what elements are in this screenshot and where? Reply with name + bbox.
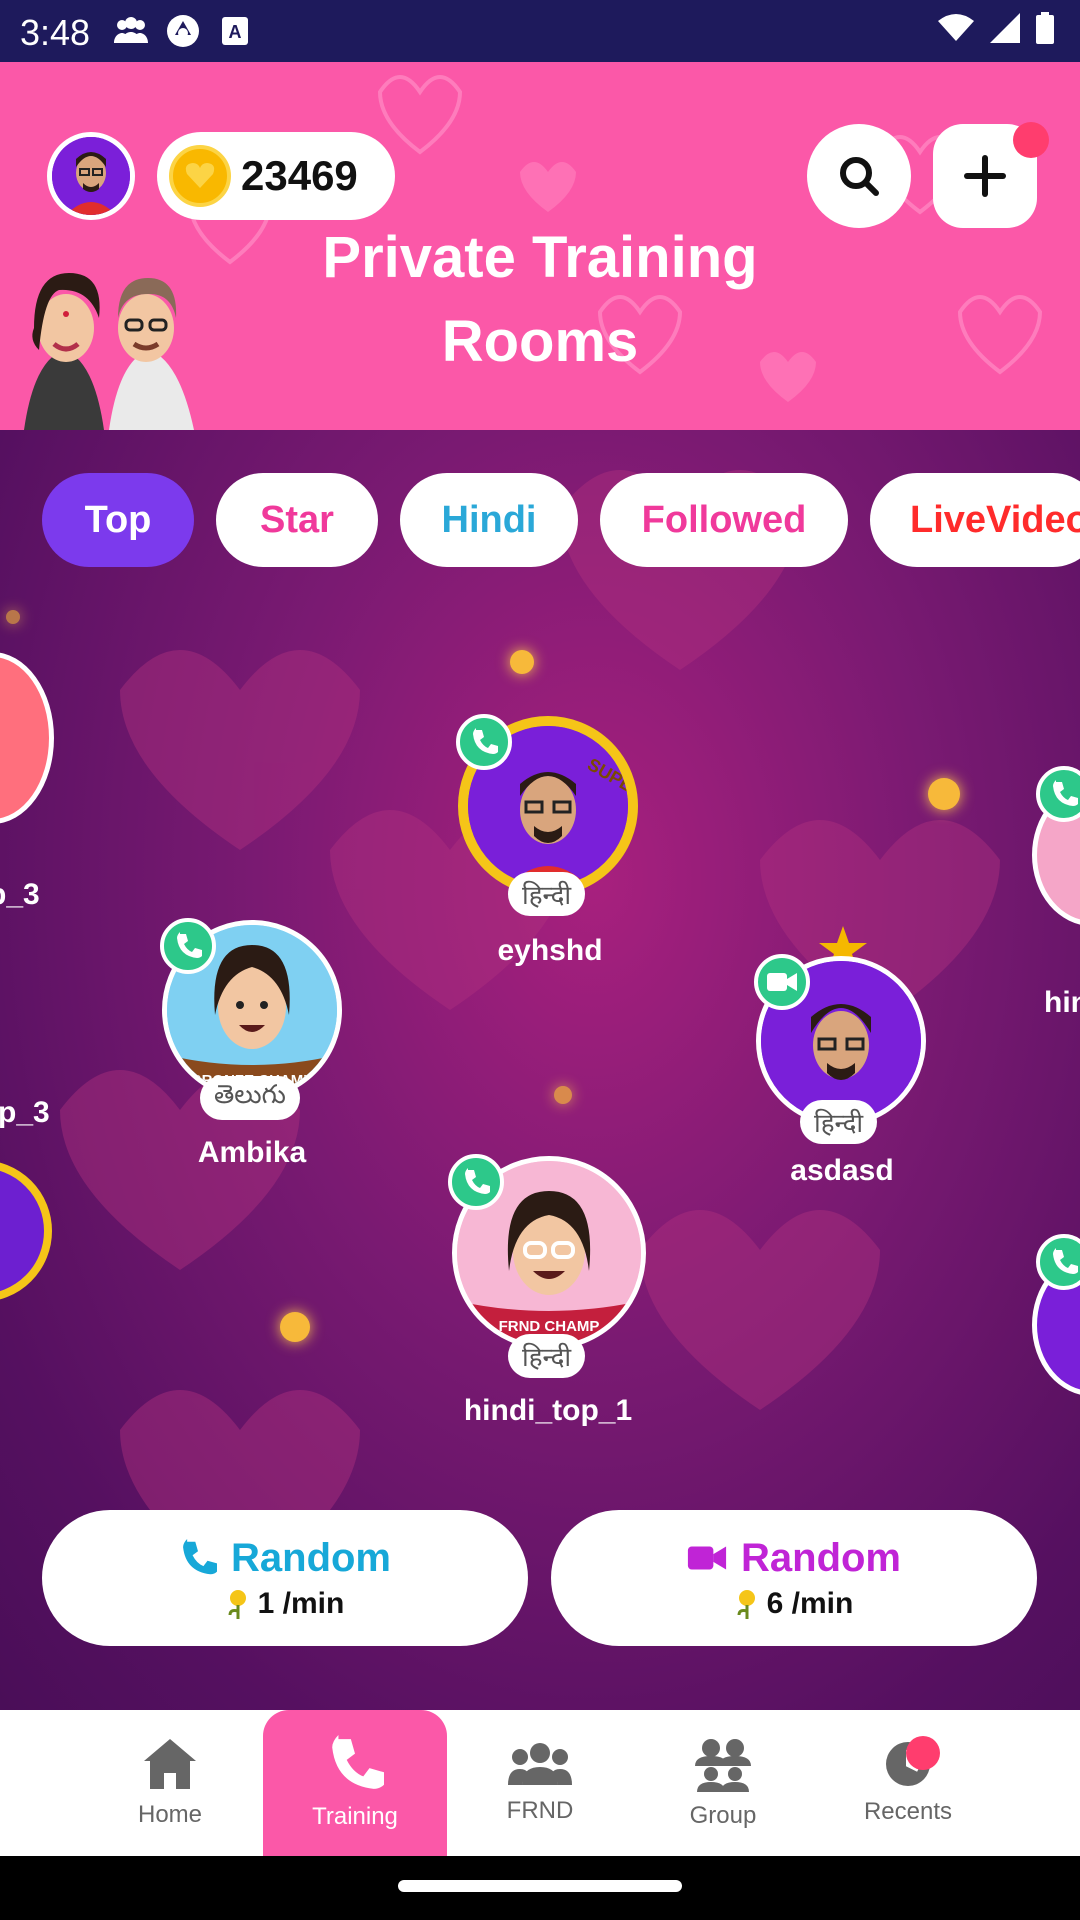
user-card-partial-left[interactable]: p_3 <box>0 652 80 1129</box>
app-logo-icon <box>164 14 202 48</box>
home-icon <box>144 1739 196 1789</box>
user-name: Ambika <box>197 1136 307 1169</box>
random-video-call-button[interactable]: Random 6 /min <box>551 1510 1037 1646</box>
voice-call-badge <box>160 918 216 974</box>
chip-hindi[interactable]: Hindi <box>400 473 578 567</box>
nav-recents[interactable]: Recents <box>816 1710 1000 1856</box>
status-system-icons <box>938 12 1054 49</box>
rose-icon <box>228 1589 246 1619</box>
nav-frnd[interactable]: FRND <box>448 1710 632 1856</box>
chip-followed[interactable]: Followed <box>600 473 848 567</box>
phone-icon <box>473 728 498 754</box>
battery-icon <box>1036 12 1054 49</box>
page-title: Private Training Rooms <box>260 216 820 384</box>
nav-recents-label: Recents <box>863 1798 953 1825</box>
group-icon <box>695 1739 751 1792</box>
user-card-eyhshd[interactable]: SUPER FRND हिन्दी eyhshd <box>456 714 644 1004</box>
signal-icon <box>990 13 1020 48</box>
title-line-2: Rooms <box>441 309 639 374</box>
bokeh-light <box>554 1086 572 1104</box>
user-name-partial-left: p_3 <box>0 878 40 911</box>
nav-home-label: Home <box>137 1801 203 1828</box>
random-voice-rate: 1 /min <box>226 1586 345 1621</box>
nav-group[interactable]: Group <box>631 1710 815 1856</box>
random-video-rate: 6 /min <box>735 1586 854 1621</box>
home-indicator[interactable] <box>398 1880 682 1892</box>
badge-text: FRND CHAMP <box>499 1318 600 1335</box>
nav-training[interactable]: Training <box>263 1710 447 1856</box>
random-video-rate-text: 6 /min <box>766 1586 854 1620</box>
bokeh-light <box>928 778 960 810</box>
user-name: asdasd <box>790 1154 894 1187</box>
coin-heart-icon <box>169 145 231 207</box>
bottom-navigation: Home Training FRND Group Recents <box>0 1710 1080 1856</box>
wifi-icon <box>938 13 974 48</box>
phone-icon <box>1053 1248 1078 1274</box>
chip-star[interactable]: Star <box>216 473 378 567</box>
user-name: hindi_top_1 <box>463 1394 633 1427</box>
bokeh-light <box>6 610 20 624</box>
nav-frnd-label: FRND <box>506 1797 574 1824</box>
chip-livevideo[interactable]: LiveVideo <box>870 473 1080 567</box>
user-name: eyhshd <box>497 934 603 967</box>
nav-group-label: Group <box>689 1802 757 1829</box>
language-tag: हिन्दी <box>800 1100 878 1144</box>
video-camera-icon <box>767 973 797 991</box>
random-voice-call-button[interactable]: Random 1 /min <box>42 1510 528 1646</box>
random-voice-label: Random <box>231 1535 391 1580</box>
coin-count: 23469 <box>241 152 358 199</box>
chip-top[interactable]: Top <box>42 473 194 567</box>
header-banner: 23469 Private Training Rooms <box>0 62 1080 430</box>
phone-icon <box>465 1168 490 1194</box>
rose-icon <box>737 1589 755 1619</box>
bokeh-light <box>280 1312 310 1342</box>
video-call-badge <box>754 954 810 1010</box>
random-video-title: Random <box>687 1536 901 1581</box>
language-tag: हिन्दी <box>508 1334 586 1378</box>
plus-icon <box>964 155 1006 197</box>
language-tag: हिन्दी <box>508 872 586 916</box>
svg-text:A: A <box>229 22 242 42</box>
voice-call-badge <box>448 1154 504 1210</box>
coin-balance[interactable]: 23469 <box>157 132 395 220</box>
status-bar: 3:48 A <box>0 0 1080 62</box>
bokeh-light <box>510 650 534 674</box>
nav-training-label: Training <box>312 1803 398 1830</box>
phone-icon <box>332 1735 384 1789</box>
phone-icon <box>1053 780 1078 806</box>
video-camera-icon <box>687 1546 727 1570</box>
search-icon <box>840 157 879 196</box>
language-tag: తెలుగు <box>200 1076 300 1120</box>
notification-dot <box>1013 122 1049 158</box>
people-icon <box>112 14 150 48</box>
user-card-asdasd[interactable]: हिन्दी asdasd <box>754 926 930 1236</box>
voice-call-badge <box>1036 1234 1080 1290</box>
user-name-partial-right: hin <box>1044 986 1080 1019</box>
search-button[interactable] <box>807 124 911 228</box>
user-avatar <box>0 652 54 824</box>
phone-icon <box>183 1539 217 1575</box>
couple-illustration <box>24 273 194 430</box>
nav-home[interactable]: Home <box>78 1710 262 1856</box>
recents-badge-dot <box>906 1736 940 1770</box>
status-time: 3:48 <box>20 12 91 53</box>
status-notification-icons: A <box>112 14 254 48</box>
random-voice-rate-text: 1 /min <box>257 1586 345 1620</box>
filter-chips: Top Star Hindi Followed LiveVideo <box>42 473 1080 567</box>
profile-avatar[interactable] <box>47 132 135 220</box>
voice-call-badge <box>456 714 512 770</box>
phone-icon <box>177 932 202 958</box>
friends-icon <box>508 1743 572 1785</box>
user-card-hindi_top_1[interactable]: FRND CHAMP हिन्दी hindi_top_1 <box>448 1154 648 1454</box>
user-card-ambika[interactable]: BRONZE CHAMP తెలుగు Ambika <box>160 918 344 1208</box>
random-video-label: Random <box>741 1535 901 1580</box>
random-voice-title: Random <box>179 1536 391 1581</box>
keyboard-a-icon: A <box>216 14 254 48</box>
user-card-partial-right-bottom[interactable] <box>1032 1234 1080 1414</box>
title-line-1: Private Training <box>322 225 758 290</box>
user-card-partial-right[interactable]: hin <box>1032 766 1080 1355</box>
user-name: p_3 <box>0 1096 50 1129</box>
